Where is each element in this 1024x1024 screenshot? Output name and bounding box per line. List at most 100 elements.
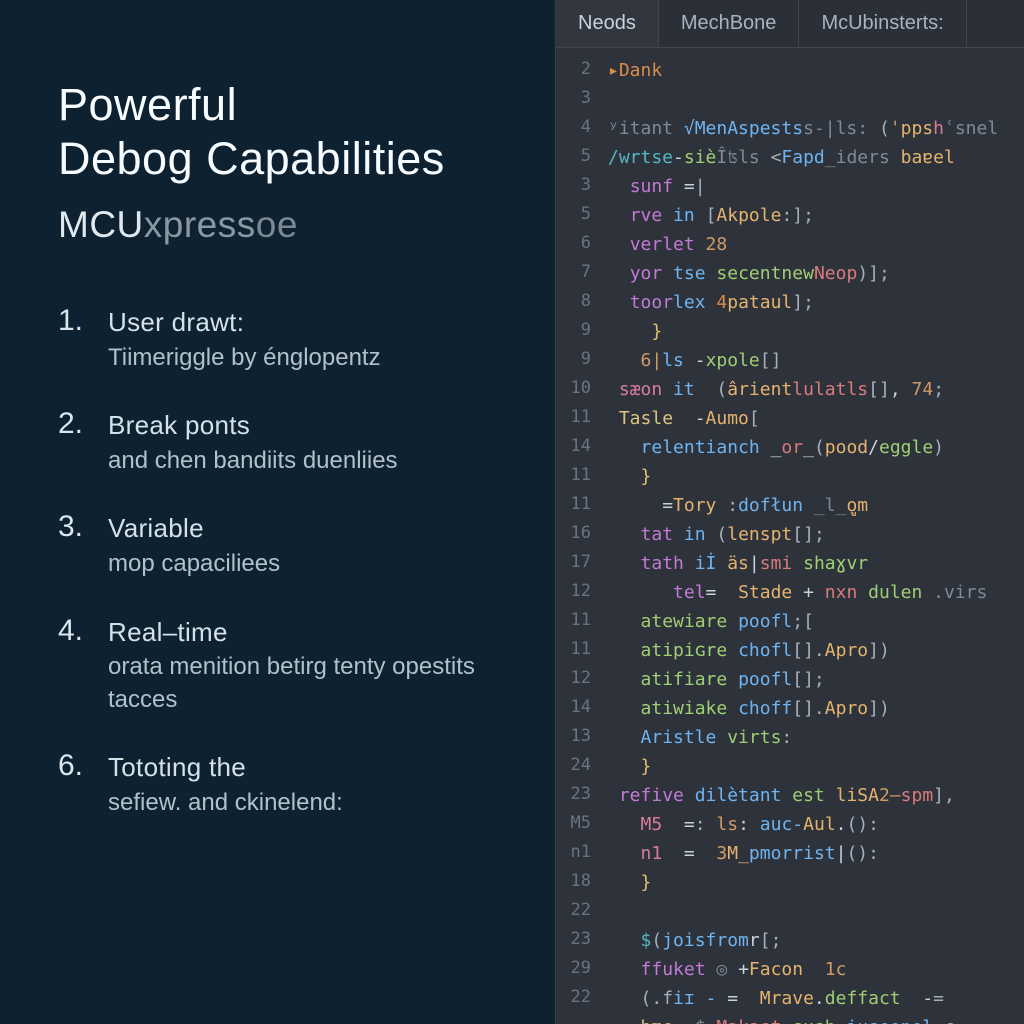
line-number: 3: [556, 172, 591, 201]
tab-mechbone[interactable]: MechBone: [659, 0, 800, 47]
code-line[interactable]: ʸitant √MenAspestss-|ls: (ˈppshʿsnel: [608, 114, 1024, 143]
code-line[interactable]: M5 =: ls: auc-Aul.():: [608, 810, 1024, 839]
code-line[interactable]: 6|ls -xpole[]: [608, 346, 1024, 375]
code-line[interactable]: =Tory :dofłun _l_oูm: [608, 491, 1024, 520]
line-number: 16: [556, 520, 591, 549]
code-line[interactable]: bme $ Makast sush iuseopel.c.: [608, 1013, 1024, 1024]
marketing-panel: Powerful Debog Capabilities MCUxpressoe …: [0, 0, 555, 1024]
brand-suffix: oe: [256, 204, 298, 245]
line-number: 9: [556, 317, 591, 346]
feature-title: Break ponts: [108, 409, 398, 443]
title-line-1: Powerful: [58, 78, 525, 132]
feature-number: 1.: [58, 304, 98, 338]
feature-title: Tototing the: [108, 751, 343, 785]
line-number: 11: [556, 636, 591, 665]
line-number: 5: [556, 201, 591, 230]
line-number: 22: [556, 897, 591, 926]
feature-title: Variable: [108, 512, 280, 546]
feature-item: 3. Variable mop capaciliees: [58, 510, 525, 580]
feature-list: 1. User drawt: Tiimeriggle by énglopentz…: [58, 304, 525, 819]
line-number: 11: [556, 607, 591, 636]
feature-number: 6.: [58, 749, 98, 783]
line-number: 7: [556, 259, 591, 288]
code-line[interactable]: $(joisfromr[;: [608, 926, 1024, 955]
code-line[interactable]: relentianch _or_(pood/eggle): [608, 433, 1024, 462]
feature-item: 1. User drawt: Tiimeriggle by énglopentz: [58, 304, 525, 374]
line-number: 14: [556, 694, 591, 723]
feature-item: 2. Break ponts and chen bandiits duenlii…: [58, 407, 525, 477]
feature-desc: and chen bandiits duenliies: [108, 445, 398, 477]
feature-number: 4.: [58, 614, 98, 648]
line-number: 24: [556, 752, 591, 781]
line-number: 22: [556, 984, 591, 1013]
brand-mid: xpress: [144, 204, 256, 245]
line-number: 23: [556, 781, 591, 810]
code-line[interactable]: refive dilètant est liSA2–spm],: [608, 781, 1024, 810]
code-line[interactable]: (.fiɪ - = Mrave.deffact -=: [608, 984, 1024, 1013]
code-line[interactable]: sæon it (ârientlulatls[], 74;: [608, 375, 1024, 404]
line-number: 6: [556, 230, 591, 259]
line-number: 9: [556, 346, 591, 375]
feature-desc: sefiew. and ckinelend:: [108, 787, 343, 819]
code-line[interactable]: }: [608, 462, 1024, 491]
line-number: 29: [556, 955, 591, 984]
tab-neods[interactable]: Neods: [556, 0, 659, 47]
line-number: 10: [556, 375, 591, 404]
line-number: 11: [556, 491, 591, 520]
line-number: 23: [556, 926, 591, 955]
code-line[interactable]: n1 = 3M_pmorrist|():: [608, 839, 1024, 868]
code-line[interactable]: }: [608, 317, 1024, 346]
brand-prefix: MCU: [58, 204, 144, 245]
code-line[interactable]: yor tse secentnewNeop)];: [608, 259, 1024, 288]
code-line[interactable]: ▸Dank: [608, 56, 1024, 85]
code-line[interactable]: atiwiake choff[].Apro]): [608, 694, 1024, 723]
brand-wordmark: MCUxpressoe: [58, 204, 525, 246]
code-line[interactable]: rve in [Akpole:];: [608, 201, 1024, 230]
feature-number: 3.: [58, 510, 98, 544]
line-number: 12: [556, 665, 591, 694]
line-number: 4: [556, 114, 591, 143]
feature-title: User drawt:: [108, 306, 381, 340]
feature-desc: mop capaciliees: [108, 548, 280, 580]
code-line[interactable]: }: [608, 752, 1024, 781]
feature-number: 2.: [58, 407, 98, 441]
line-number: 14: [556, 433, 591, 462]
code-line[interactable]: Tasle -Aumo[: [608, 404, 1024, 433]
line-number: 5: [556, 143, 591, 172]
line-gutter: 2345356789910111411111617121111121413242…: [556, 48, 602, 1024]
code-editor[interactable]: 2345356789910111411111617121111121413242…: [556, 48, 1024, 1024]
line-number: 17: [556, 549, 591, 578]
code-line[interactable]: atifiare poofl[];: [608, 665, 1024, 694]
code-line[interactable]: }: [608, 868, 1024, 897]
line-number: 11: [556, 404, 591, 433]
code-line[interactable]: tath iİ äs|smi shaɣvr: [608, 549, 1024, 578]
ide-window: Neods MechBone McUbinsterts: 23453567899…: [555, 0, 1024, 1024]
code-line[interactable]: atewiare poofl;[: [608, 607, 1024, 636]
code-line[interactable]: tel= Stade + nxn dulen .virs: [608, 578, 1024, 607]
line-number: M5: [556, 810, 591, 839]
code-line[interactable]: Aristle virts:: [608, 723, 1024, 752]
code-line[interactable]: verlet 28: [608, 230, 1024, 259]
code-area[interactable]: ▸Dank ʸitant √MenAspestss-|ls: (ˈppshʿsne…: [602, 48, 1024, 1024]
line-number: 18: [556, 868, 591, 897]
code-line[interactable]: sunf =|: [608, 172, 1024, 201]
code-line[interactable]: atipiɢre chofl[].Apro]): [608, 636, 1024, 665]
code-line[interactable]: tat in (lenspt[];: [608, 520, 1024, 549]
code-line[interactable]: toorlex 4pataul];: [608, 288, 1024, 317]
feature-desc: Tiimeriggle by énglopentz: [108, 342, 381, 374]
feature-item: 4. Real–time orata menition betirg tenty…: [58, 614, 525, 717]
tab-mcubinsterts[interactable]: McUbinsterts:: [799, 0, 966, 47]
line-number: 8: [556, 288, 591, 317]
line-number: 11: [556, 462, 591, 491]
code-line[interactable]: /wrtse-sièÎʦls <Fapd_iders baɐel: [608, 143, 1024, 172]
line-number: 13: [556, 723, 591, 752]
feature-desc: orata menition betirg tenty opestits tac…: [108, 651, 525, 716]
line-number: 3: [556, 85, 591, 114]
code-line[interactable]: ffuket ◎ +Facon 1c: [608, 955, 1024, 984]
feature-title: Real–time: [108, 616, 525, 650]
editor-tabs: Neods MechBone McUbinsterts:: [556, 0, 1024, 48]
code-line[interactable]: [608, 897, 1024, 926]
code-line[interactable]: [608, 85, 1024, 114]
line-number: 12: [556, 578, 591, 607]
title-line-2: Debog Capabilities: [58, 132, 525, 186]
